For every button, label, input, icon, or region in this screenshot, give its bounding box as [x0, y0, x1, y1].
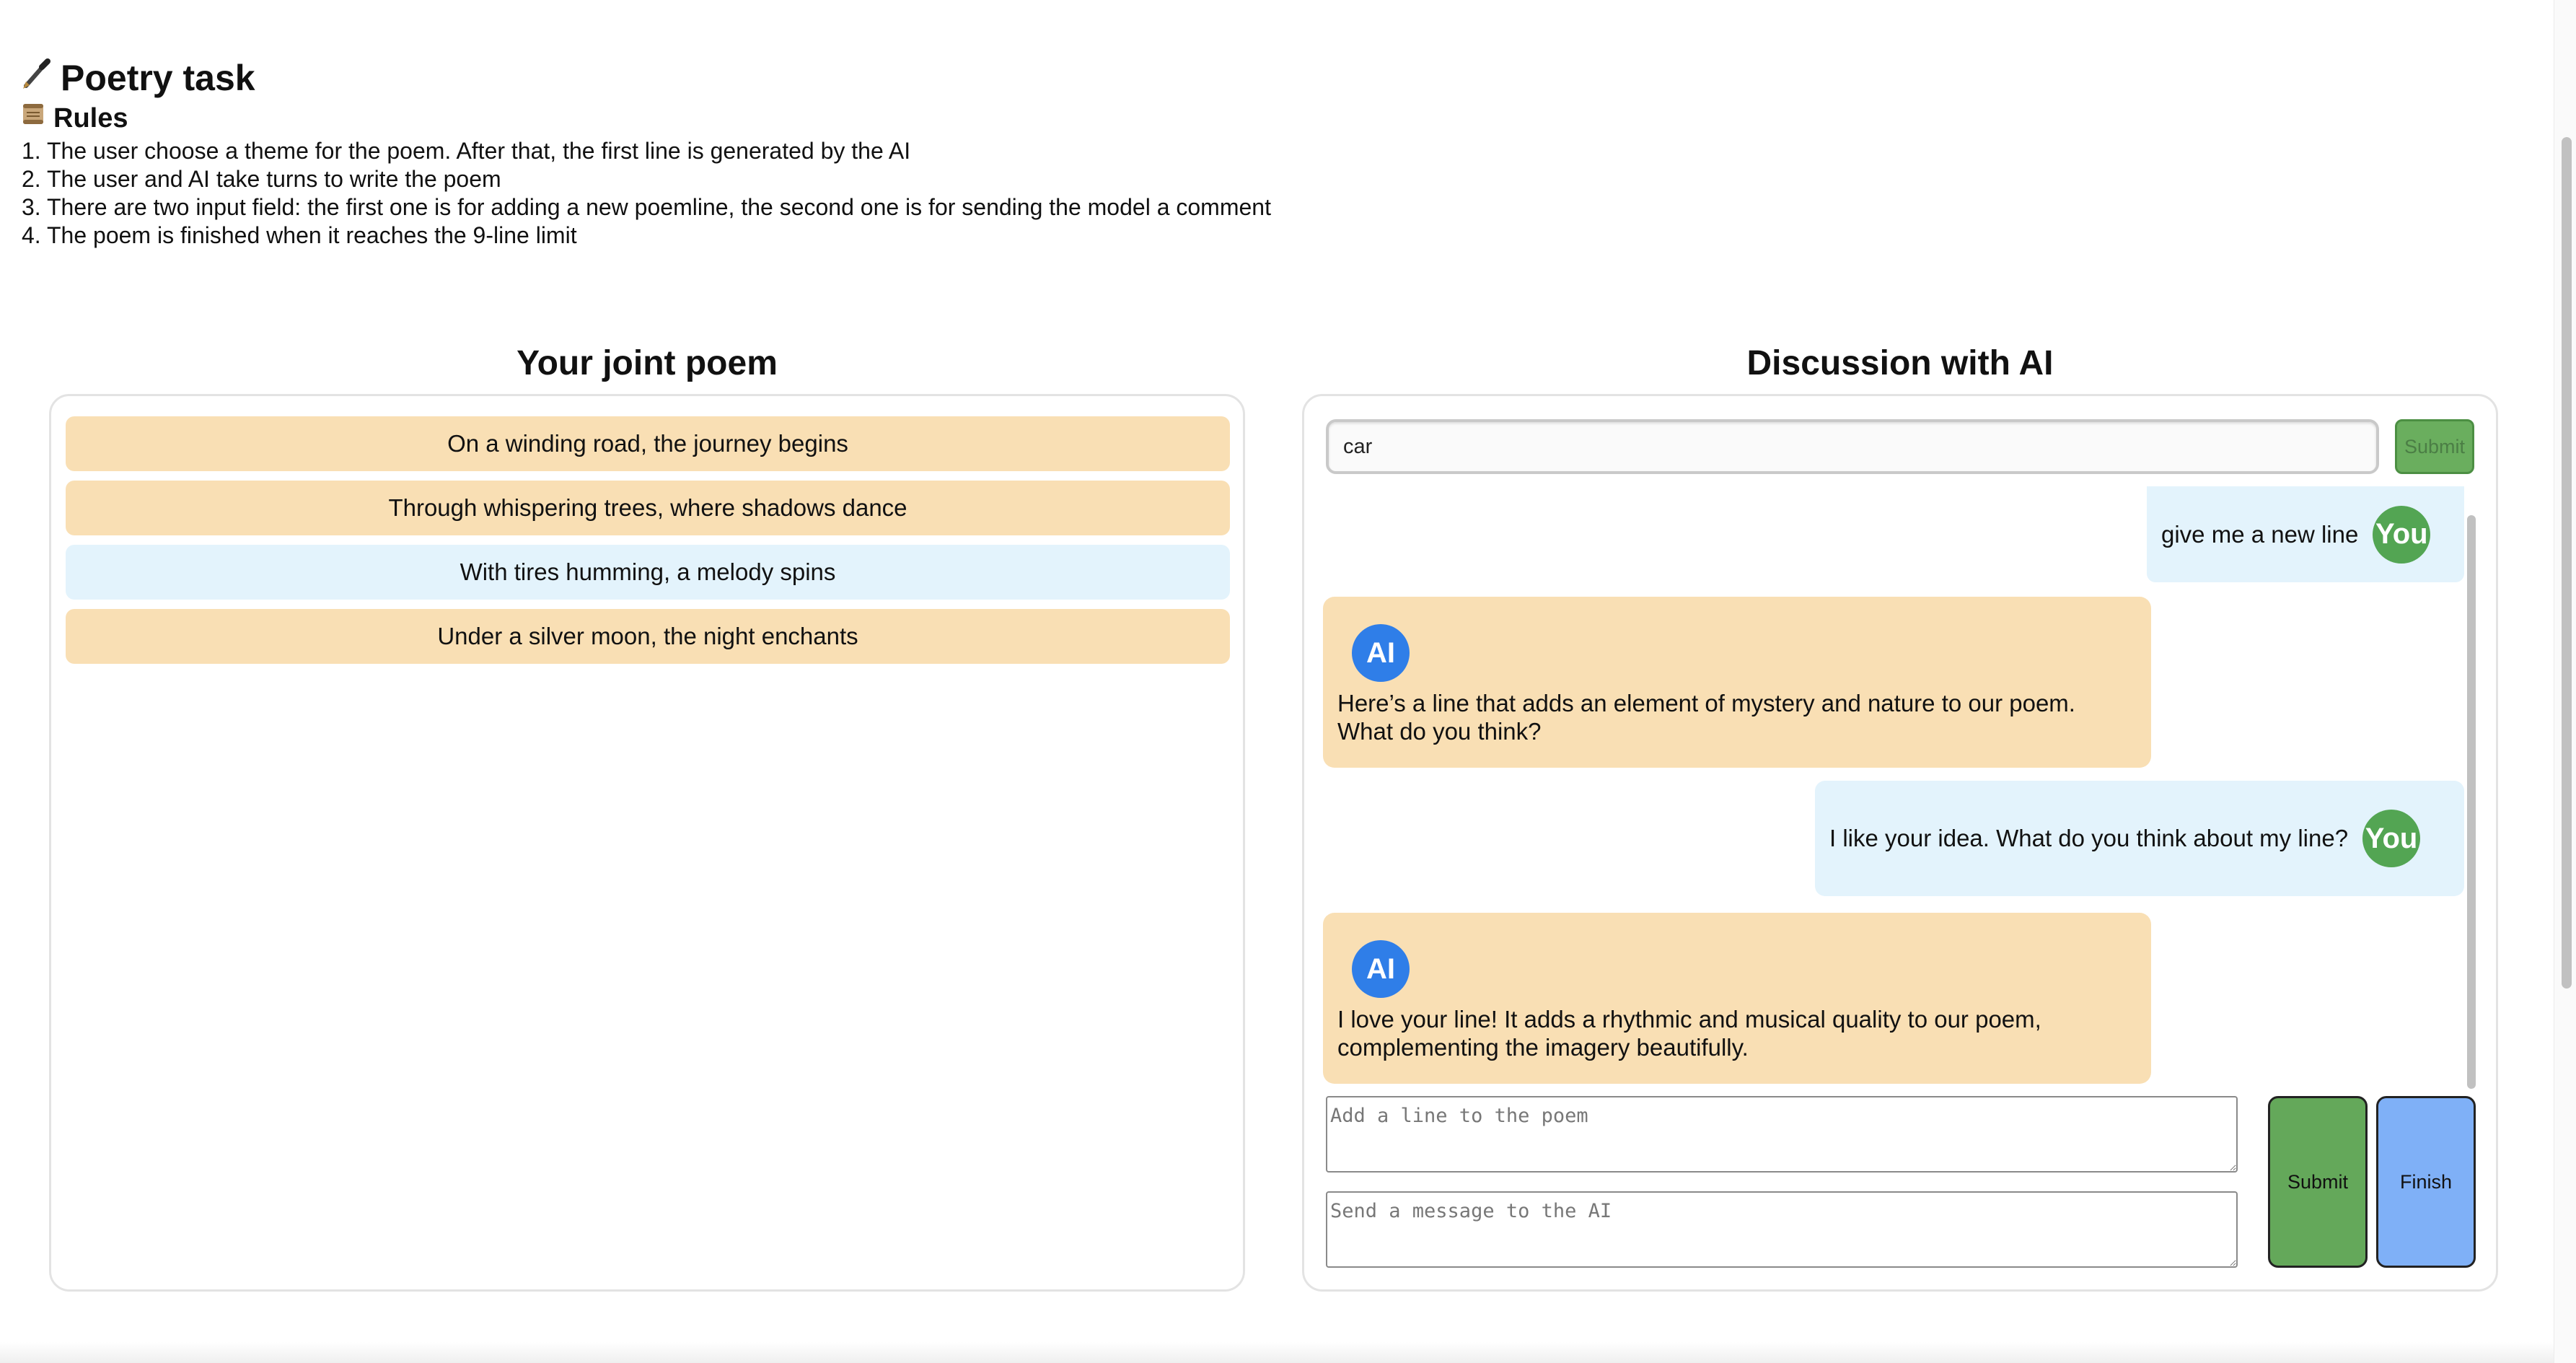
ai-message-text: I love your line! It adds a rhythmic and… [1337, 1006, 2041, 1061]
user-message: give me a new line You [2147, 486, 2464, 582]
page: Poetry task Rules 1. The user choose a t… [0, 0, 2576, 1363]
poem-panel: On a winding road, the journey begins Th… [49, 394, 1245, 1292]
theme-input[interactable] [1326, 419, 2379, 474]
poem-line: Under a silver moon, the night enchants [66, 609, 1230, 664]
poem-line: With tires humming, a melody spins [66, 545, 1230, 600]
chat-heading: Discussion with AI [1746, 344, 2054, 382]
ai-avatar: AI [1352, 624, 1410, 682]
poem-lines: On a winding road, the journey begins Th… [66, 416, 1230, 673]
fountain-pen-icon [20, 56, 53, 100]
scroll-icon [20, 101, 46, 136]
rule-item: 4. The poem is finished when it reaches … [22, 222, 577, 248]
rules-heading-text: Rules [53, 103, 128, 133]
user-message: I like your idea. What do you think abou… [1815, 781, 2464, 896]
page-scrollbar-thumb[interactable] [2562, 137, 2572, 989]
theme-submit-button[interactable]: Submit [2395, 419, 2474, 474]
rule-item: 1. The user choose a theme for the poem.… [22, 138, 911, 164]
finish-button[interactable]: Finish [2376, 1096, 2476, 1268]
rule-item: 3. There are two input field: the first … [22, 194, 1271, 220]
poem-heading: Your joint poem [516, 344, 778, 382]
poem-line-input[interactable] [1326, 1096, 2238, 1173]
user-message-text: give me a new line [2161, 520, 2359, 548]
submit-button[interactable]: Submit [2268, 1096, 2368, 1268]
rules-heading: Rules [20, 101, 128, 136]
ai-avatar: AI [1352, 940, 1410, 998]
ai-message: AI Here’s a line that adds an element of… [1323, 597, 2151, 768]
user-message-text: I like your idea. What do you think abou… [1829, 825, 2349, 851]
poem-line: Through whispering trees, where shadows … [66, 481, 1230, 535]
rules-list: 1. The user choose a theme for the poem.… [22, 137, 1271, 250]
chat-scrollbar[interactable] [2467, 515, 2476, 1089]
rule-item: 2. The user and AI take turns to write t… [22, 166, 501, 192]
page-title: Poetry task [20, 56, 255, 100]
poem-line: On a winding road, the journey begins [66, 416, 1230, 471]
ai-message-text: Here’s a line that adds an element of my… [1337, 690, 2075, 745]
page-title-text: Poetry task [61, 58, 255, 98]
page-bottom-edge [0, 1342, 2554, 1363]
you-avatar: You [2373, 505, 2431, 564]
chat-messages[interactable]: give me a new line You AI Here’s a line … [1317, 486, 2471, 1085]
chat-panel: Submit give me a new line You AI Here’s … [1302, 394, 2498, 1292]
ai-message: AI I love your line! It adds a rhythmic … [1323, 913, 2151, 1084]
you-avatar: You [2362, 810, 2421, 867]
ai-message-input[interactable] [1326, 1191, 2238, 1268]
